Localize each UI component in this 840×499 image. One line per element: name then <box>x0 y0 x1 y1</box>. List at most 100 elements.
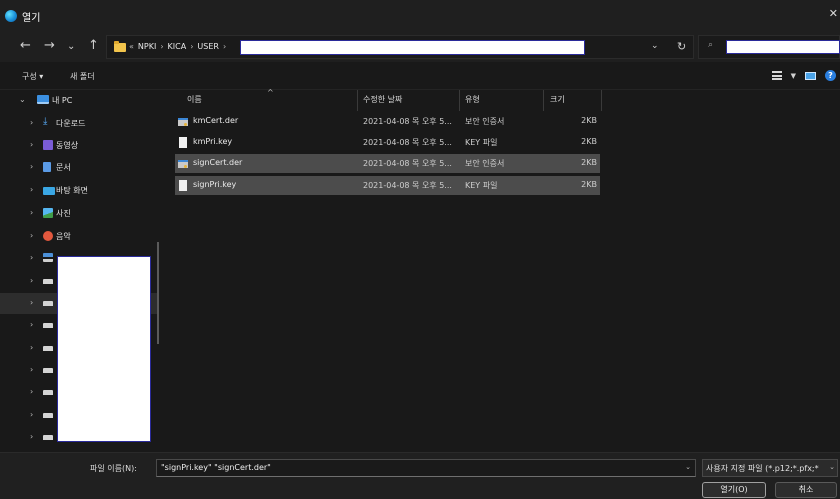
forward-button[interactable]: → <box>44 38 55 54</box>
chevron-down-icon[interactable]: ⌄ <box>19 95 26 104</box>
breadcrumb-user[interactable]: USER <box>197 42 219 51</box>
file-type: 보안 인증서 <box>465 117 505 126</box>
chevron-right-icon[interactable]: › <box>30 185 33 194</box>
organize-button[interactable]: 구성 ▾ <box>22 71 43 82</box>
file-row[interactable]: kmCert.der 2021-04-08 목 오후 5... 보안 인증서 2… <box>175 112 600 131</box>
column-header-size[interactable]: 크기 <box>550 94 565 105</box>
sidebar-item-label: 바탕 화면 <box>56 186 88 195</box>
column-header-name[interactable]: 이름 <box>187 94 202 105</box>
breadcrumb-kica[interactable]: KICA <box>168 42 187 51</box>
column-divider[interactable] <box>459 90 460 111</box>
sidebar-item-label: 다운로드 <box>56 119 86 128</box>
file-size: 2KB <box>581 180 597 189</box>
column-divider[interactable] <box>601 90 602 111</box>
breadcrumb-overflow[interactable]: « <box>129 42 134 51</box>
chevron-right-icon[interactable]: › <box>30 253 33 262</box>
file-name: kmCert.der <box>193 116 239 125</box>
file-date: 2021-04-08 목 오후 5... <box>363 138 452 147</box>
preview-pane-icon[interactable] <box>805 71 816 80</box>
chevron-right-icon[interactable]: › <box>30 298 33 307</box>
details-view-icon[interactable] <box>771 71 782 80</box>
navigation-bar: ← → ⌄ ↑ « NPKI › KICA › USER › ⌄ ↻ ⌕ <box>0 32 840 62</box>
view-options-dropdown-icon[interactable]: ▼ <box>791 72 796 80</box>
sidebar-item-pictures[interactable]: › 사진 <box>0 203 158 224</box>
sidebar-item-downloads[interactable]: › ⤓ 다운로드 <box>0 113 158 134</box>
new-folder-button[interactable]: 새 폴더 <box>70 71 95 82</box>
column-header-type[interactable]: 유형 <box>465 94 480 105</box>
sidebar-item-label: 사진 <box>56 209 71 218</box>
sidebar-item-label: 동영상 <box>56 141 79 150</box>
chevron-right-icon[interactable]: › <box>30 410 33 419</box>
pc-icon <box>37 95 49 104</box>
sidebar-item-desktop[interactable]: › 바탕 화면 <box>0 180 158 201</box>
download-icon: ⤓ <box>43 116 48 127</box>
drive-icon <box>43 346 53 351</box>
file-row[interactable]: signCert.der 2021-04-08 목 오후 5... 보안 인증서… <box>175 154 600 173</box>
search-icon: ⌕ <box>708 40 714 50</box>
chevron-right-icon[interactable]: › <box>30 276 33 285</box>
refresh-icon[interactable]: ↻ <box>677 40 686 53</box>
network-drive-icon <box>43 253 53 262</box>
desktop-icon <box>43 187 55 195</box>
chevron-right-icon[interactable]: › <box>30 118 33 127</box>
chevron-right-icon[interactable]: › <box>30 320 33 329</box>
sidebar-item-music[interactable]: › 음악 <box>0 226 158 247</box>
help-icon[interactable]: ? <box>825 70 836 81</box>
music-icon <box>43 231 53 241</box>
close-icon[interactable]: ✕ <box>829 7 838 20</box>
chevron-right-icon[interactable]: › <box>30 140 33 149</box>
file-row[interactable]: signPri.key 2021-04-08 목 오후 5... KEY 파일 … <box>175 176 600 195</box>
certificate-icon <box>178 160 188 168</box>
drive-icon <box>43 413 53 418</box>
sidebar-item-documents[interactable]: › 문서 <box>0 157 158 178</box>
drive-icon <box>43 390 53 395</box>
chevron-right-icon[interactable]: › <box>30 365 33 374</box>
column-divider[interactable] <box>543 90 544 111</box>
column-divider[interactable] <box>357 90 358 111</box>
filename-input[interactable]: "signPri.key" "signCert.der" ⌄ <box>156 459 696 477</box>
key-file-icon <box>179 137 187 148</box>
file-size: 2KB <box>581 116 597 125</box>
chevron-right-icon[interactable]: › <box>30 231 33 240</box>
breadcrumb-separator: › <box>222 42 227 51</box>
chevron-down-icon[interactable]: ⌄ <box>685 463 691 471</box>
pictures-icon <box>43 208 53 218</box>
chevron-right-icon[interactable]: › <box>30 432 33 441</box>
file-row[interactable]: kmPri.key 2021-04-08 목 오후 5... KEY 파일 2K… <box>175 133 600 152</box>
sidebar-item-this-pc[interactable]: ⌄ 내 PC <box>0 90 158 111</box>
sidebar-scrollbar[interactable] <box>157 242 159 344</box>
drive-icon <box>43 368 53 373</box>
sidebar-item-videos[interactable]: › 동영상 <box>0 135 158 156</box>
key-file-icon <box>179 180 187 191</box>
column-header-date[interactable]: 수정한 날짜 <box>363 94 402 105</box>
back-button[interactable]: ← <box>20 38 31 54</box>
sidebar-item-label: 문서 <box>56 163 71 172</box>
redacted-drive-names <box>57 256 151 442</box>
folder-icon <box>114 41 126 52</box>
sidebar-item-label: 음악 <box>56 232 71 241</box>
redacted-path <box>240 40 585 55</box>
open-button[interactable]: 열기(O) <box>702 482 766 498</box>
chevron-down-icon[interactable]: ⌄ <box>829 463 835 471</box>
cancel-button[interactable]: 취소 <box>775 482 837 498</box>
chevron-right-icon[interactable]: › <box>30 162 33 171</box>
video-icon <box>43 140 53 150</box>
chevron-right-icon[interactable]: › <box>30 343 33 352</box>
drive-icon <box>43 435 53 440</box>
drive-icon <box>43 323 53 328</box>
breadcrumb-npki[interactable]: NPKI <box>138 42 156 51</box>
address-dropdown-icon[interactable]: ⌄ <box>651 41 659 51</box>
up-button[interactable]: ↑ <box>88 38 99 54</box>
breadcrumb-separator: › <box>190 42 194 51</box>
recent-locations-dropdown[interactable]: ⌄ <box>67 39 75 55</box>
drive-icon <box>43 301 53 306</box>
chevron-right-icon[interactable]: › <box>30 387 33 396</box>
file-size: 2KB <box>581 158 597 167</box>
chevron-right-icon[interactable]: › <box>30 208 33 217</box>
file-name: kmPri.key <box>193 137 233 146</box>
redacted-search-text <box>726 40 840 54</box>
file-type: KEY 파일 <box>465 181 498 190</box>
file-type-filter-select[interactable]: 사용자 지정 파일 (*.p12;*.pfx;* ⌄ <box>702 459 838 477</box>
address-bar[interactable]: « NPKI › KICA › USER › ⌄ ↻ <box>106 35 694 59</box>
search-box[interactable]: ⌕ <box>698 35 840 59</box>
